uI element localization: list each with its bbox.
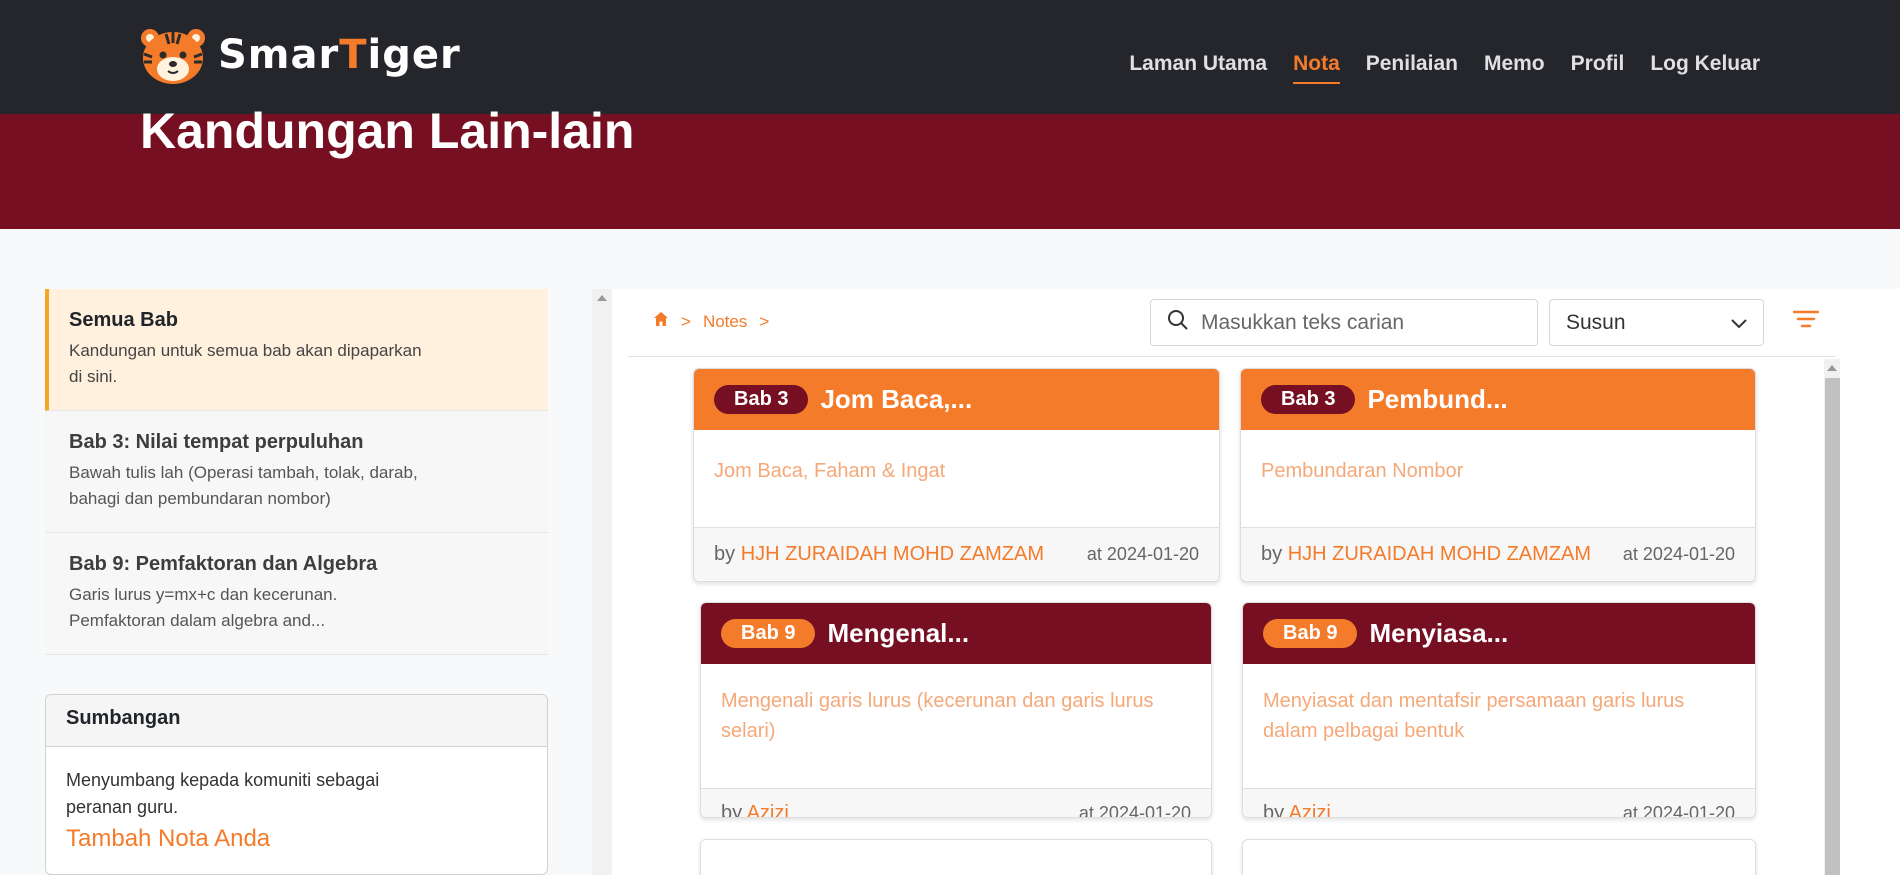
author-link[interactable]: HJH ZURAIDAH MOHD ZAMZAM bbox=[1288, 543, 1591, 565]
card-footer: by HJH ZURAIDAH MOHD ZAMZAM at 2024-01-2… bbox=[1241, 528, 1755, 580]
nav-profil[interactable]: Profil bbox=[1571, 52, 1625, 84]
search-icon bbox=[1167, 309, 1189, 336]
by-label: by bbox=[1263, 801, 1285, 818]
card-description: Pembundaran Nombor bbox=[1241, 430, 1755, 528]
chapter-badge: Bab 9 bbox=[1263, 619, 1358, 648]
breadcrumb: > Notes > bbox=[653, 311, 769, 332]
chapter-title: Semua Bab bbox=[69, 309, 178, 331]
card-footer: by Azizi at 2024-01-20 bbox=[701, 789, 1211, 818]
card-header: Bab 9 Menyiasa... bbox=[1243, 603, 1755, 664]
chapter-item-semua-bab[interactable]: Semua Bab Kandungan untuk semua bab akan… bbox=[45, 289, 548, 411]
card-description: Mengenali garis lurus (kecerunan dan gar… bbox=[701, 664, 1211, 789]
sort-label: Susun bbox=[1566, 310, 1626, 334]
chapter-badge: Bab 9 bbox=[721, 619, 816, 648]
notes-grid: Bab 3 Jom Baca,... Jom Baca, Faham & Ing… bbox=[628, 359, 1820, 875]
nav-memo[interactable]: Memo bbox=[1484, 52, 1545, 84]
chapter-sidebar: Semua Bab Kandungan untuk semua bab akan… bbox=[45, 289, 548, 655]
card-title: Menyiasa... bbox=[1369, 618, 1509, 648]
scrollbar-thumb[interactable] bbox=[1825, 378, 1840, 875]
note-card[interactable]: Bab 3 Jom Baca,... Jom Baca, Faham & Ing… bbox=[693, 368, 1220, 582]
breadcrumb-separator: > bbox=[681, 311, 691, 331]
by-label: by bbox=[721, 801, 743, 818]
home-icon[interactable] bbox=[653, 311, 669, 332]
card-date: at 2024-01-20 bbox=[1622, 543, 1735, 564]
notes-panel: > Notes > Susun Bab 3 Jom Baca,... Jom bbox=[612, 289, 1900, 875]
card-header: Bab 3 Pembund... bbox=[1241, 369, 1755, 430]
card-title: Pembund... bbox=[1367, 384, 1508, 414]
chapter-desc: Bawah tulis lah (Operasi tambah, tolak, … bbox=[69, 463, 418, 508]
page-hero: Kandungan Lain-lain bbox=[0, 103, 1900, 229]
scroll-up-arrow-icon[interactable] bbox=[1827, 365, 1837, 371]
nav-nota[interactable]: Nota bbox=[1293, 52, 1340, 84]
sidebar-scrollbar[interactable] bbox=[592, 289, 612, 875]
card-footer: by Azizi at 2024-01-20 bbox=[1243, 789, 1755, 818]
sort-select[interactable]: Susun bbox=[1549, 299, 1764, 346]
by-label: by bbox=[1261, 542, 1283, 565]
card-date: at 2024-01-20 bbox=[1622, 802, 1735, 818]
contribute-header: Sumbangan bbox=[46, 695, 547, 747]
chapter-desc: Garis lurus y=mx+c dan kecerunan. Pemfak… bbox=[69, 585, 338, 630]
contribute-desc: Menyumbang kepada komuniti sebagai peran… bbox=[66, 770, 380, 817]
contribute-panel: Sumbangan Menyumbang kepada komuniti seb… bbox=[45, 694, 548, 875]
by-label: by bbox=[714, 542, 736, 565]
chapter-title: Bab 9: Pemfaktoran dan Algebra bbox=[69, 553, 378, 575]
card-date: at 2024-01-20 bbox=[1086, 543, 1199, 564]
main-nav: Laman Utama Nota Penilaian Memo Profil L… bbox=[1129, 52, 1760, 84]
nav-log-keluar[interactable]: Log Keluar bbox=[1650, 52, 1760, 84]
author-link[interactable]: HJH ZURAIDAH MOHD ZAMZAM bbox=[741, 543, 1044, 565]
chapter-title: Bab 3: Nilai tempat perpuluhan bbox=[69, 431, 364, 453]
notes-toolbar: > Notes > Susun bbox=[628, 289, 1836, 357]
scroll-up-arrow-icon[interactable] bbox=[597, 295, 607, 301]
card-description: Jom Baca, Faham & Ingat bbox=[694, 430, 1219, 528]
page-title: Kandungan Lain-lain bbox=[140, 103, 635, 159]
chapter-desc: Kandungan untuk semua bab akan dipaparka… bbox=[69, 341, 422, 386]
card-header: Bab 9 Mengenal... bbox=[701, 603, 1211, 664]
author-link[interactable]: Azizi bbox=[747, 802, 789, 818]
note-card[interactable] bbox=[1242, 839, 1756, 875]
nav-penilaian[interactable]: Penilaian bbox=[1366, 52, 1458, 84]
tiger-logo-icon bbox=[138, 24, 208, 86]
search-box bbox=[1150, 299, 1538, 346]
filter-icon[interactable] bbox=[1792, 309, 1823, 335]
nav-laman-utama[interactable]: Laman Utama bbox=[1129, 52, 1267, 84]
chapter-badge: Bab 3 bbox=[714, 385, 809, 414]
card-title: Jom Baca,... bbox=[820, 384, 973, 414]
chevron-down-icon bbox=[1731, 311, 1747, 335]
search-input[interactable] bbox=[1201, 310, 1521, 335]
notes-scrollbar[interactable] bbox=[1824, 359, 1840, 875]
card-footer: by HJH ZURAIDAH MOHD ZAMZAM at 2024-01-2… bbox=[694, 528, 1219, 580]
brand-logo[interactable]: SmarTiger bbox=[138, 24, 461, 86]
brand-name: SmarTiger bbox=[218, 32, 461, 78]
chapter-item-bab-3[interactable]: Bab 3: Nilai tempat perpuluhan Bawah tul… bbox=[45, 411, 548, 533]
note-card[interactable] bbox=[700, 839, 1212, 875]
card-header: Bab 3 Jom Baca,... bbox=[694, 369, 1219, 430]
note-card[interactable]: Bab 9 Menyiasa... Menyiasat dan mentafsi… bbox=[1242, 602, 1756, 818]
card-date: at 2024-01-20 bbox=[1078, 802, 1191, 818]
author-link[interactable]: Azizi bbox=[1289, 802, 1331, 818]
note-card[interactable]: Bab 3 Pembund... Pembundaran Nombor by H… bbox=[1240, 368, 1756, 582]
add-note-link[interactable]: Tambah Nota Anda bbox=[66, 825, 527, 852]
card-description: Menyiasat dan mentafsir persamaan garis … bbox=[1243, 664, 1755, 789]
breadcrumb-notes[interactable]: Notes bbox=[703, 312, 747, 332]
note-card[interactable]: Bab 9 Mengenal... Mengenali garis lurus … bbox=[700, 602, 1212, 818]
chapter-badge: Bab 3 bbox=[1261, 385, 1356, 414]
card-title: Mengenal... bbox=[827, 618, 970, 648]
top-navbar: SmarTiger Laman Utama Nota Penilaian Mem… bbox=[0, 0, 1900, 114]
breadcrumb-separator: > bbox=[759, 311, 770, 331]
chapter-item-bab-9[interactable]: Bab 9: Pemfaktoran dan Algebra Garis lur… bbox=[45, 533, 548, 655]
